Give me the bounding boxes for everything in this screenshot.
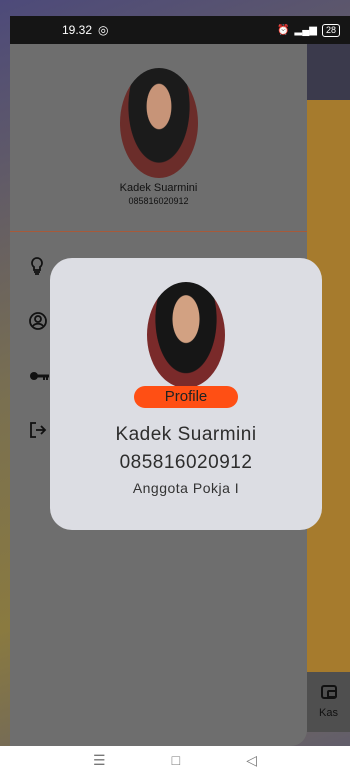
status-time: 19.32	[62, 23, 93, 37]
drawer-avatar	[119, 68, 198, 178]
menu-icon[interactable]: ☰	[93, 752, 106, 769]
profile-phone: 085816020912	[119, 452, 253, 473]
drawer-divider	[10, 231, 307, 232]
drawer-header: Kadek Suarmini 085816020912	[10, 44, 307, 230]
home-icon[interactable]: □	[172, 752, 180, 768]
app-bar	[300, 40, 350, 100]
status-bar: 19.32 ◎ ⏰ ▂▄▆ 28	[10, 16, 350, 44]
whatsapp-icon: ◎	[98, 23, 109, 37]
profile-button[interactable]: Profile	[134, 386, 238, 408]
alarm-icon: ⏰	[277, 24, 290, 36]
drawer-user-name: Kadek Suarmini	[119, 182, 198, 194]
profile-avatar	[147, 282, 225, 388]
profile-name: Kadek Suarmini	[115, 424, 257, 445]
drawer-user-phone: 085816020912	[128, 196, 189, 206]
lightbulb-icon[interactable]	[28, 256, 48, 276]
profile-dialog: Profile Kadek Suarmini 085816020912 Angg…	[50, 258, 322, 530]
profile-role: Anggota Pokja I	[132, 480, 240, 496]
wallet-icon	[320, 685, 337, 699]
key-icon[interactable]	[28, 366, 49, 386]
back-icon[interactable]: ◁	[246, 752, 257, 769]
kas-tab[interactable]: Kas	[307, 672, 350, 732]
system-nav-bar: ☰ □ ◁	[0, 746, 350, 774]
logout-icon[interactable]	[28, 420, 48, 440]
account-circle-icon[interactable]	[28, 311, 48, 331]
signal-icon: ▂▄▆	[294, 24, 317, 36]
kas-label: Kas	[319, 707, 338, 719]
battery-icon: 28	[321, 23, 340, 37]
